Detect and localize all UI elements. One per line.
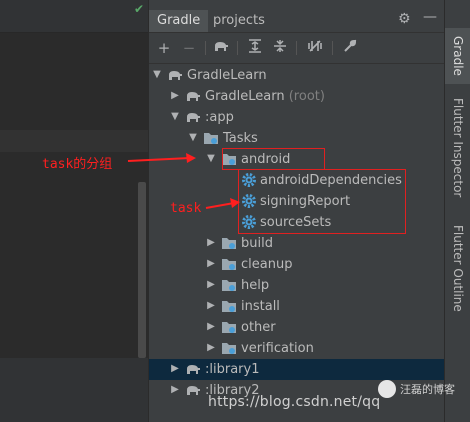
watermark-url: https://blog.csdn.net/qq bbox=[208, 394, 381, 410]
annotation-arrows bbox=[127, 153, 240, 209]
watermark-name: 汪磊的博客 bbox=[400, 383, 455, 396]
watermark-badge-icon bbox=[378, 380, 396, 398]
